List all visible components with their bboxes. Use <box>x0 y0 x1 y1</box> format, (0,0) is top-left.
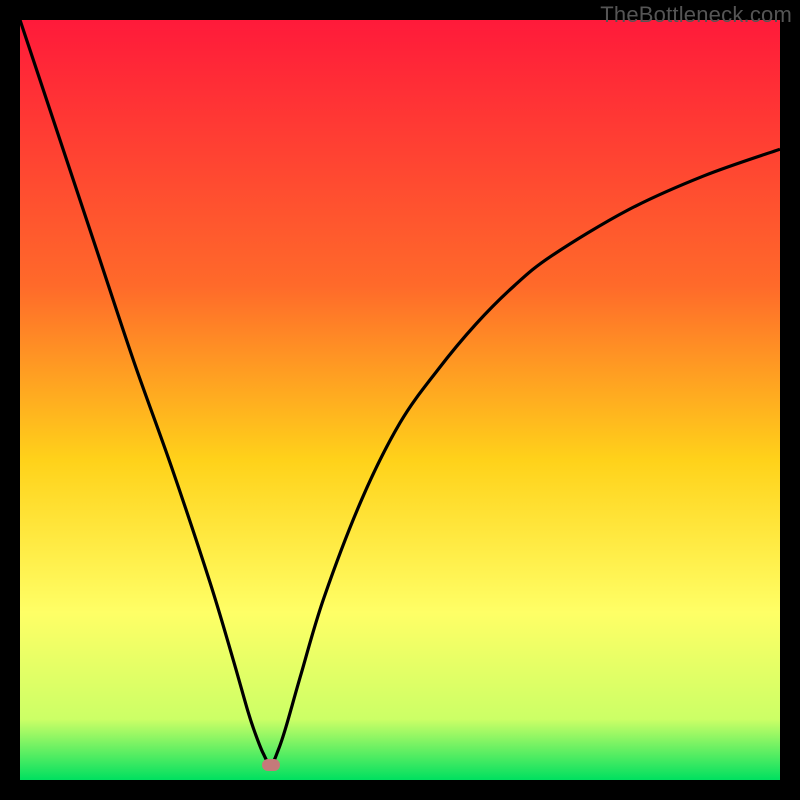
chart-plot-area <box>20 20 780 780</box>
watermark-text: TheBottleneck.com <box>600 2 792 28</box>
chart-curve <box>20 20 780 780</box>
chart-minimum-marker <box>262 759 280 771</box>
